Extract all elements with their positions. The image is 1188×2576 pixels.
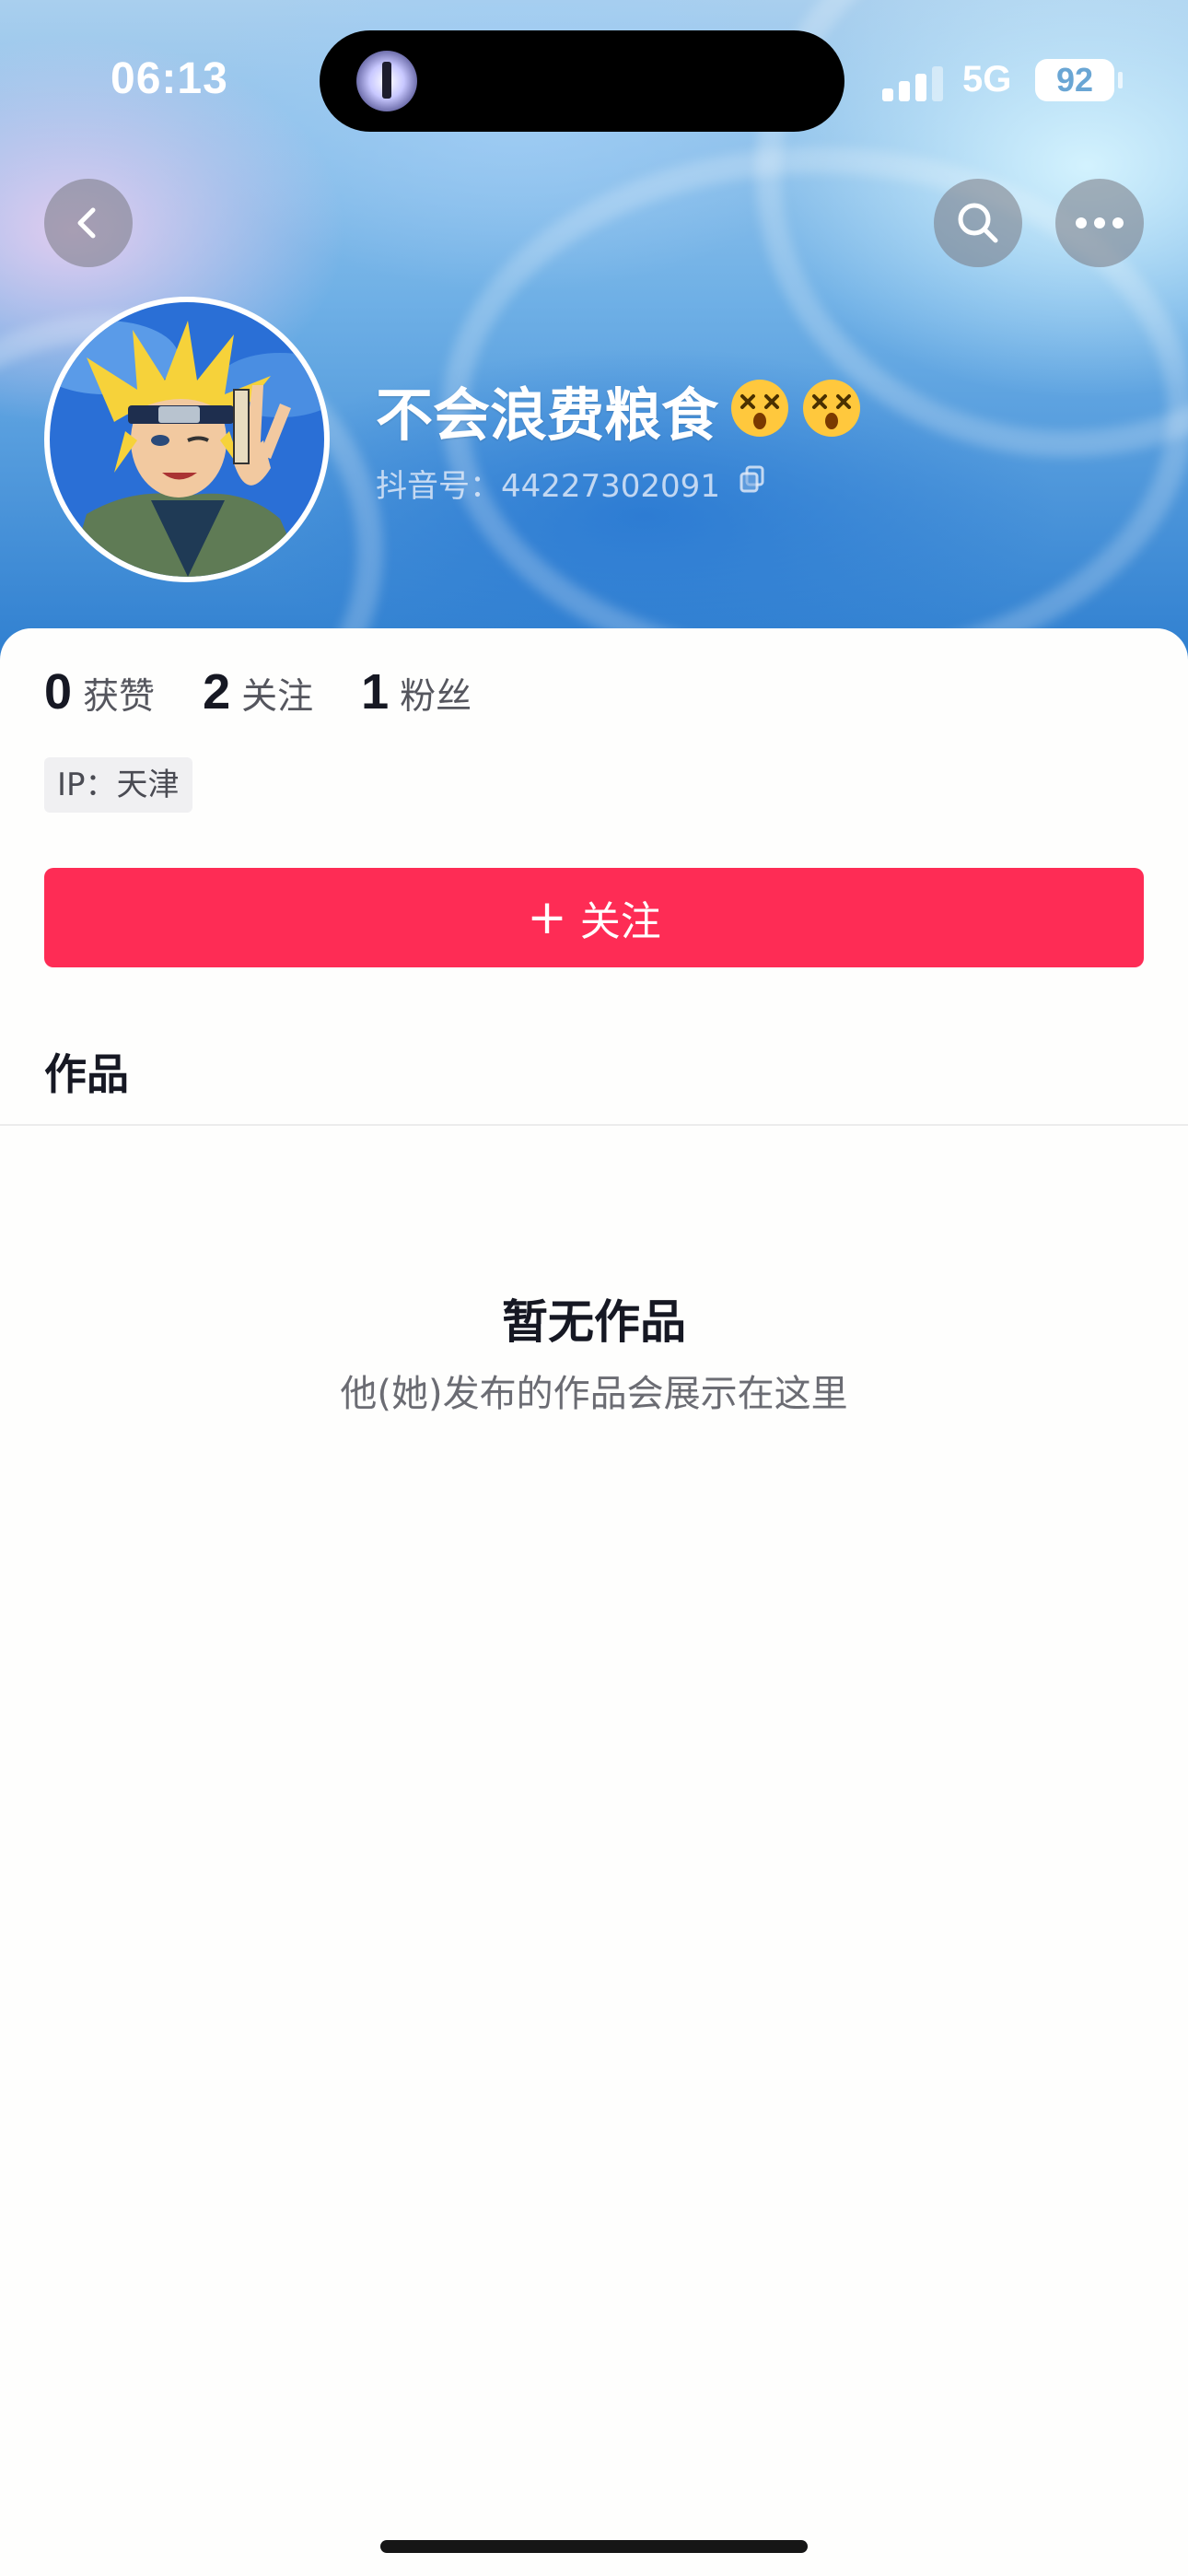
stat-likes-count: 0 [44,664,73,720]
flashlight-icon [356,51,417,111]
battery-level: 92 [1055,61,1094,99]
douyin-id-row: 抖音号：44227302091 [376,461,720,506]
follow-button-label: 关注 [579,898,661,945]
stat-following-count: 2 [203,664,231,720]
empty-state-title: 暂无作品 [502,1295,686,1349]
stat-likes[interactable]: 0 获赞 [44,663,155,720]
ip-location: 天津 [116,767,180,803]
avatar[interactable] [44,297,330,582]
stat-following[interactable]: 2 关注 [203,663,313,720]
dizzy-face-emoji-icon [731,380,788,437]
profile-name: 不会浪费粮食 [376,381,719,449]
search-button[interactable] [934,179,1022,267]
tab-works[interactable]: 作品 [44,1041,129,1102]
battery-cap [1118,72,1123,88]
more-button[interactable] [1055,179,1144,267]
anime-character-avatar-image [50,302,324,577]
follow-button[interactable]: + 关注 [44,868,1144,967]
search-icon [958,203,998,243]
stat-likes-label: 获赞 [83,676,156,718]
douyin-id-value: 44227302091 [501,468,720,505]
stat-following-label: 关注 [241,676,314,718]
status-time: 06:13 [111,54,228,103]
more-horizontal-icon [1076,217,1124,228]
battery-icon: 92 [1035,59,1114,101]
chevron-left-icon [77,207,96,239]
dynamic-island [320,30,844,132]
cellular-signal-icon [882,64,943,101]
douyin-id-label: 抖音号： [376,468,501,505]
copy-icon[interactable] [739,464,766,494]
profile-stats: 0 获赞 2 关注 1 粉丝 [44,663,519,720]
plus-icon: + [527,890,567,945]
home-indicator[interactable] [380,2540,808,2553]
back-button[interactable] [44,179,133,267]
dizzy-face-emoji-icon [803,380,860,437]
stat-followers-count: 1 [361,664,390,720]
stat-followers-label: 粉丝 [400,676,472,718]
tab-divider [0,1124,1188,1126]
stat-followers[interactable]: 1 粉丝 [361,663,472,720]
ip-location-tag: IP：天津 [44,757,192,813]
name-emoji-row [729,378,862,439]
empty-state-subtitle: 他(她)发布的作品会展示在这里 [340,1373,848,1415]
ip-label: IP： [57,767,117,803]
network-type: 5G [962,59,1012,100]
